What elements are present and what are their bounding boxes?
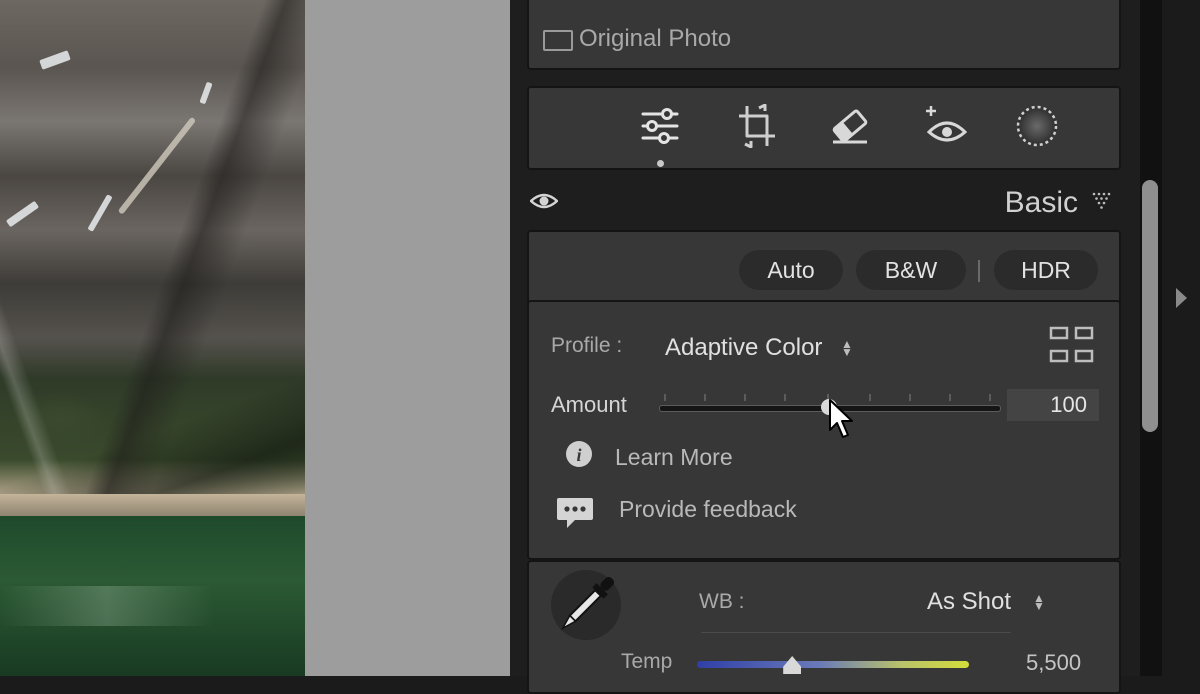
button-separator [978, 260, 980, 282]
learn-more-link[interactable]: Learn More [615, 444, 733, 471]
auto-button[interactable]: Auto [739, 250, 843, 290]
panel-scrollbar-thumb[interactable] [1142, 180, 1158, 432]
photo-water [0, 516, 305, 676]
slider-tick [869, 394, 871, 401]
tool-strip [527, 86, 1121, 170]
profile-section: Profile : Adaptive Color ▲ ▼ Amount 100 … [527, 300, 1121, 560]
mouse-pointer-icon [828, 398, 856, 445]
temp-value-field[interactable]: 5,500 [1026, 650, 1081, 676]
edit-sliders-icon[interactable] [636, 102, 684, 150]
basic-section-title: Basic [1004, 186, 1078, 219]
collapse-triangle-icon[interactable] [1092, 192, 1112, 215]
photo-shore [0, 494, 305, 516]
auto-bw-hdr-row: Auto B&W HDR [527, 230, 1121, 304]
edit-panel: Original Photo Basic Auto B&W HDR Profil… [510, 0, 1140, 694]
hdr-button[interactable]: HDR [994, 250, 1098, 290]
workspace-background [305, 0, 510, 676]
temp-slider-thumb[interactable] [783, 656, 802, 674]
original-photo-checkbox[interactable] [543, 30, 573, 51]
visibility-eye-icon[interactable] [529, 192, 559, 215]
amount-label: Amount [551, 392, 627, 417]
wb-eyedropper-icon[interactable] [551, 570, 621, 640]
temp-label: Temp [621, 650, 673, 673]
provide-feedback-link[interactable]: Provide feedback [619, 496, 797, 523]
temp-slider-track[interactable] [697, 661, 969, 668]
wb-dropdown[interactable]: As Shot [927, 588, 1011, 616]
slider-tick [784, 394, 786, 401]
wb-divider [701, 632, 1011, 633]
wb-label: WB : [699, 590, 745, 613]
profile-browser-grid-icon[interactable] [1049, 326, 1095, 369]
amount-value-field[interactable]: 100 [1007, 389, 1099, 421]
profile-label: Profile : [551, 334, 623, 357]
panel-toggle-arrow-icon[interactable] [1176, 288, 1187, 308]
basic-section-header[interactable]: Basic [510, 184, 1130, 224]
slider-tick [664, 394, 666, 401]
slider-tick [989, 394, 991, 401]
healing-eraser-icon[interactable] [826, 102, 874, 150]
profile-dropdown[interactable]: Adaptive Color [665, 334, 822, 362]
slider-tick [704, 394, 706, 401]
slider-tick [909, 394, 911, 401]
original-photo-label: Original Photo [579, 25, 732, 52]
feedback-speech-bubble-icon [555, 494, 595, 537]
wb-updown-icon[interactable]: ▲ ▼ [1033, 592, 1045, 612]
slider-tick [744, 394, 746, 401]
original-photo-section: Original Photo [527, 0, 1121, 70]
white-balance-section: WB : As Shot ▲ ▼ Temp 5,500 [527, 560, 1121, 694]
right-edge-strip [1162, 0, 1200, 676]
profile-updown-icon[interactable]: ▲ ▼ [841, 338, 853, 358]
crop-icon[interactable] [733, 102, 781, 150]
masking-icon[interactable] [1013, 102, 1061, 150]
slider-tick [949, 394, 951, 401]
photo-preview [0, 0, 305, 676]
info-icon: i [565, 440, 593, 473]
active-tool-indicator [657, 160, 664, 167]
bw-button[interactable]: B&W [856, 250, 966, 290]
redeye-icon[interactable] [921, 102, 969, 150]
svg-text:i: i [576, 445, 581, 465]
